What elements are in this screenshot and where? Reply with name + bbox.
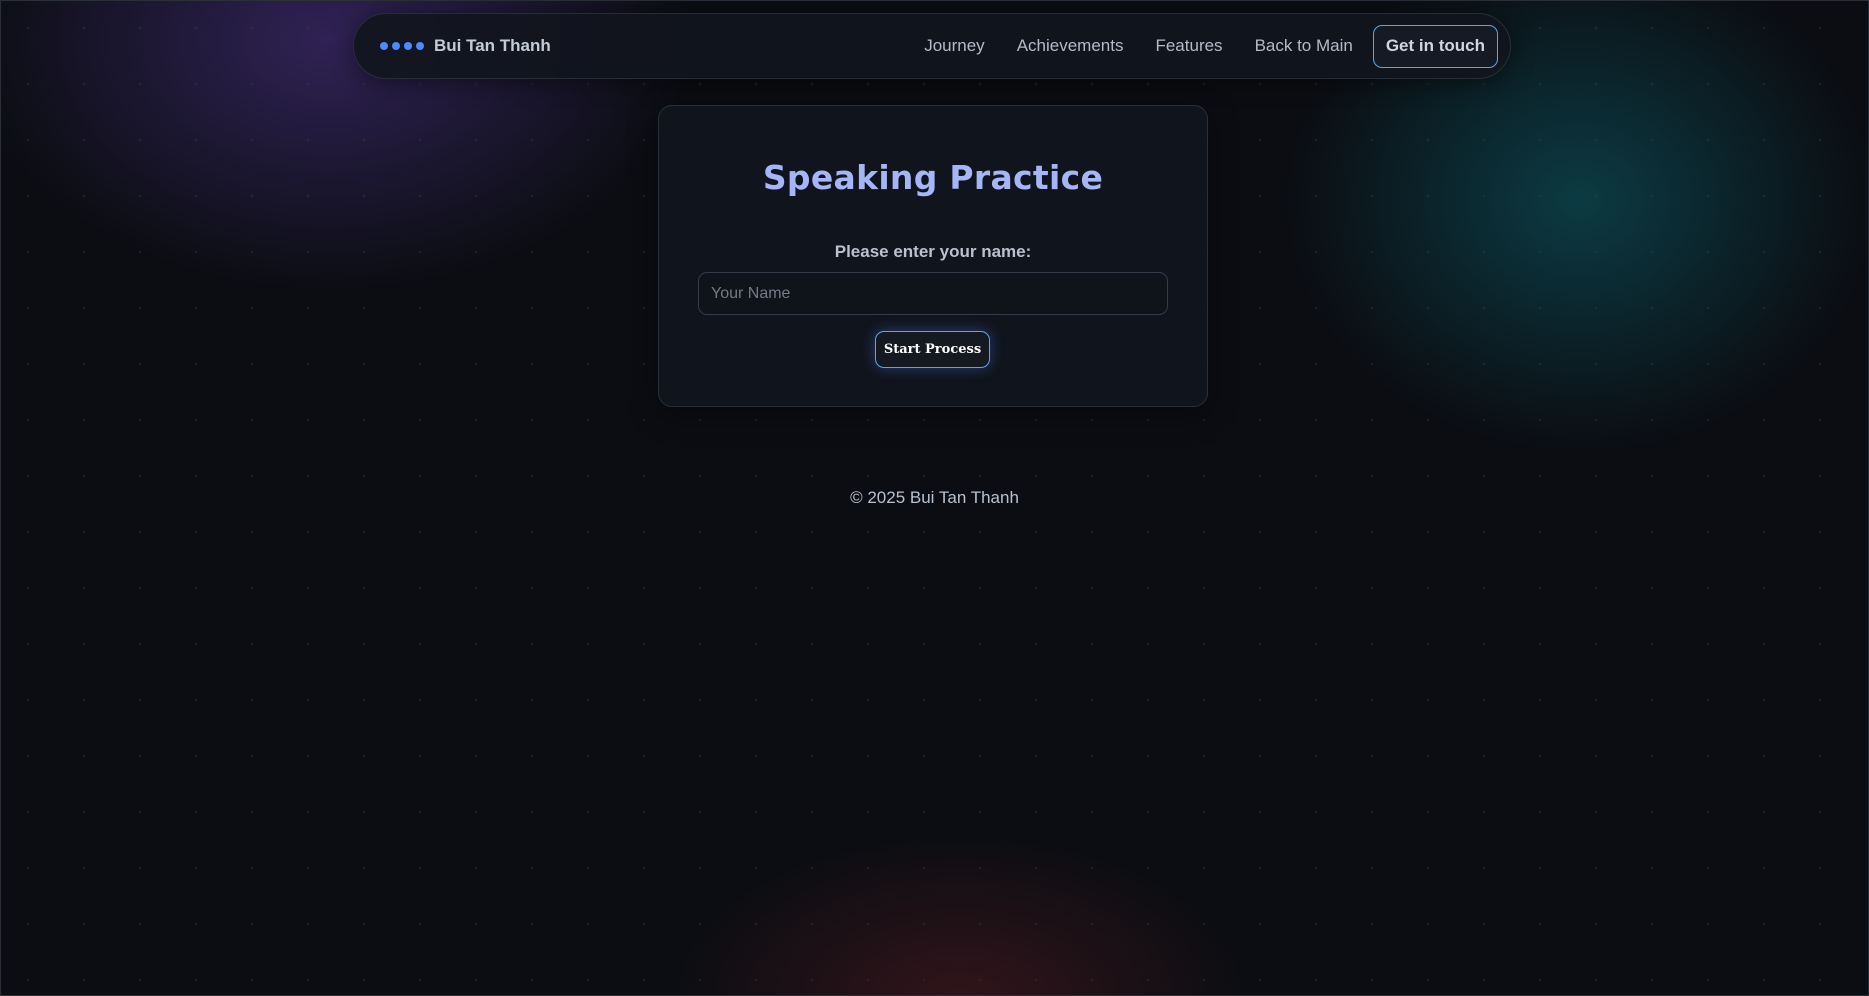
nav-link-journey[interactable]: Journey: [924, 36, 984, 56]
brand[interactable]: Bui Tan Thanh: [380, 36, 551, 56]
nav-links: Journey Achievements Features Back to Ma…: [924, 24, 1498, 68]
brand-name: Bui Tan Thanh: [434, 36, 551, 55]
nav-link-back-to-main[interactable]: Back to Main: [1255, 36, 1353, 56]
name-input[interactable]: [698, 272, 1168, 315]
footer-copyright: © 2025 Bui Tan Thanh: [850, 488, 1019, 507]
nav-link-features[interactable]: Features: [1155, 36, 1222, 56]
brand-dots-icon: [380, 42, 424, 50]
speaking-practice-card: Speaking Practice Please enter your name…: [658, 105, 1208, 407]
get-in-touch-button[interactable]: Get in touch: [1372, 24, 1498, 68]
start-process-button[interactable]: Start Process: [875, 331, 990, 368]
name-label: Please enter your name:: [834, 242, 1032, 261]
top-navbar: Bui Tan Thanh Journey Achievements Featu…: [353, 13, 1511, 79]
nav-link-achievements[interactable]: Achievements: [1017, 36, 1124, 56]
page-title: Speaking Practice: [762, 158, 1104, 197]
